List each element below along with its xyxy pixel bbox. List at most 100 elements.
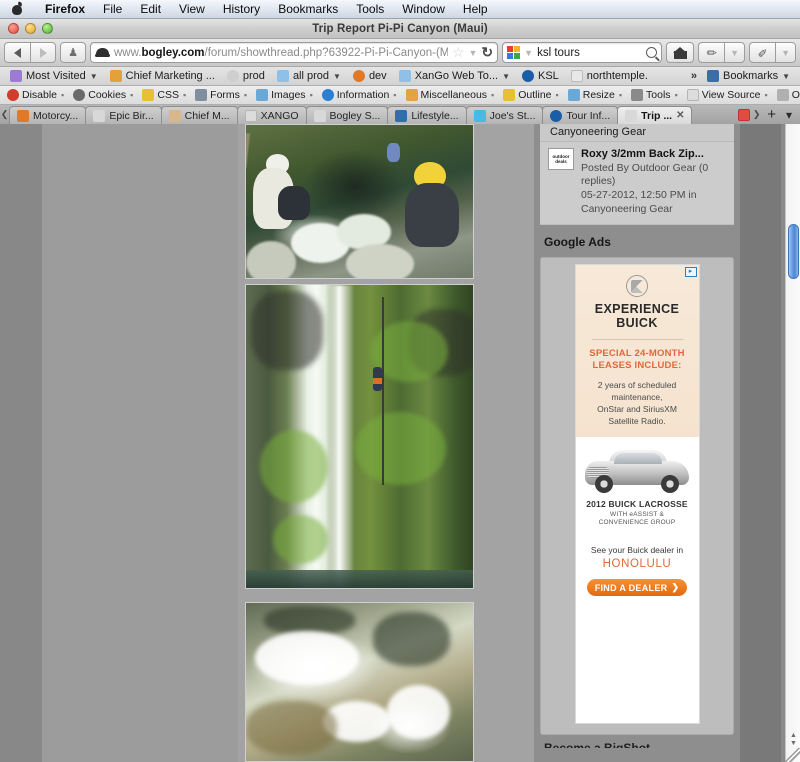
tab-motorcycle[interactable]: Motorcy... (9, 106, 87, 124)
bookmark-chief-marketing[interactable]: Chief Marketing ... (104, 68, 221, 85)
dark-foliage-right (373, 612, 451, 667)
pool-water (246, 700, 337, 755)
menu-help[interactable]: Help (454, 0, 497, 19)
bookmark-dev[interactable]: dev (347, 68, 393, 85)
cascade-pool-photo[interactable] (245, 602, 474, 762)
devtool-tools[interactable]: Tools ▪ (627, 89, 683, 101)
devtool-images[interactable]: Images ▪ (252, 89, 318, 101)
adchoices-icon[interactable]: ▸ (684, 267, 697, 277)
page-scrollbar[interactable]: ▲ ▼ (785, 124, 800, 762)
menu-history[interactable]: History (214, 0, 269, 19)
scroll-up-icon[interactable]: ▲ (786, 732, 800, 740)
scroll-down-icon[interactable]: ▼ (786, 740, 800, 748)
devtool-forms[interactable]: Forms ▪ (191, 89, 252, 101)
separator: ▪ (182, 90, 187, 100)
mail-icon[interactable] (738, 108, 751, 121)
ksl-icon (550, 109, 563, 122)
sidebar-partial-thread-label[interactable]: Canyoneering Gear (540, 124, 734, 142)
browser-window: Firefox File Edit View History Bookmarks… (0, 0, 800, 762)
menu-view[interactable]: View (170, 0, 214, 19)
boulder (345, 244, 414, 278)
eyedropper-button[interactable]: ✎ (698, 42, 725, 63)
search-input[interactable]: ksl tours (537, 47, 642, 59)
ad-body-line1: 2 years of scheduled (597, 380, 677, 390)
blank-page-icon (244, 109, 257, 122)
menu-edit[interactable]: Edit (131, 0, 170, 19)
menu-firefox[interactable]: Firefox (36, 0, 94, 19)
tab-trip-report[interactable]: Trip ... ✕ (617, 106, 693, 124)
measure-menu-button[interactable]: ▼ (775, 42, 796, 63)
devtool-label: Information (336, 89, 390, 101)
buick-advertisement[interactable]: ▸ EXPERIENCE BUICK SPECIAL 24-MONTH LEAS… (574, 264, 700, 724)
tab-epic-bird[interactable]: Epic Bir... (85, 106, 162, 124)
thread-meta-forum[interactable]: Canyoneering Gear (581, 203, 726, 216)
waterfall-rappel-photo[interactable] (245, 284, 474, 589)
resize-grip-icon[interactable] (785, 748, 800, 762)
tab-tour-info[interactable]: Tour Inf... (542, 106, 619, 124)
avatar-icon (168, 109, 181, 122)
tab-xango[interactable]: XANGO (236, 106, 307, 124)
devtool-label: Resize (582, 89, 615, 101)
separator: ▪ (764, 90, 768, 100)
tab-joes-stuff[interactable]: Joe's St... (465, 106, 544, 124)
url-prefix: www. (114, 46, 142, 59)
car-wheel-rear (661, 475, 679, 493)
devtool-cookies[interactable]: Cookies ▪ (69, 89, 138, 101)
site-identity-button[interactable]: ♟ (60, 42, 86, 63)
menu-bookmarks[interactable]: Bookmarks (269, 0, 347, 19)
canyoneering-group-in-creek-photo[interactable] (245, 124, 474, 279)
bookmark-prod[interactable]: prod (221, 68, 271, 85)
new-tab-button[interactable]: + (763, 107, 780, 122)
devtool-resize[interactable]: Resize ▪ (564, 89, 627, 101)
devtool-information[interactable]: Information ▪ (318, 89, 402, 101)
ad-car-panel: 2012 BUICK LACROSSE WITH eASSIST & CONVE… (575, 437, 699, 529)
menu-tools[interactable]: Tools (347, 0, 393, 19)
close-icon[interactable]: ✕ (676, 110, 684, 121)
search-engine-chevron-icon[interactable]: ▼ (524, 48, 533, 58)
separator: ▪ (130, 90, 134, 100)
buick-shield-icon (626, 275, 648, 297)
home-button[interactable] (666, 42, 695, 63)
devtool-view-source[interactable]: View Source ▪ (683, 89, 773, 101)
bookmarks-overflow-icon[interactable]: » (687, 70, 701, 82)
tab-lifestyle[interactable]: Lifestyle... (387, 106, 467, 124)
resize-icon (567, 89, 580, 101)
bookmark-xango-web-tools[interactable]: XanGo Web To... ▼ (393, 68, 516, 85)
forward-button[interactable] (30, 42, 56, 63)
tab-scroll-right-icon[interactable]: ❯ (752, 105, 761, 124)
menu-window[interactable]: Window (393, 0, 454, 19)
thread-title-link[interactable]: Roxy 3/2mm Back Zip... (581, 148, 726, 161)
tab-chief-marketing[interactable]: Chief M... (160, 106, 238, 124)
star-icon[interactable]: ☆ (452, 44, 465, 61)
apple-logo-icon[interactable] (10, 2, 24, 17)
address-bar[interactable]: www.bogley.com/forum/showthread.php?6392… (90, 42, 499, 63)
devtool-miscellaneous[interactable]: Miscellaneous ▪ (402, 89, 500, 101)
list-all-tabs-icon[interactable]: ▾ (782, 108, 796, 122)
back-button[interactable] (4, 42, 30, 63)
sidebar-thread-item[interactable]: outdoor deals Roxy 3/2mm Back Zip... Pos… (540, 142, 734, 225)
ad-body-line3: OnStar and SiriusXM (597, 404, 677, 414)
menu-file[interactable]: File (94, 0, 131, 19)
bookmark-most-visited[interactable]: Most Visited ▼ (4, 68, 104, 85)
tab-scroll-left-icon[interactable]: ❮ (0, 105, 9, 124)
devtool-css[interactable]: CSS ▪ (138, 89, 191, 101)
find-a-dealer-button[interactable]: FIND A DEALER ❯ (587, 579, 687, 596)
scrollbar-thumb[interactable] (788, 224, 799, 279)
reload-icon[interactable]: ↻ (481, 44, 493, 61)
chevron-down-icon[interactable]: ▼ (469, 48, 478, 58)
devtool-disable[interactable]: Disable ▪ (3, 89, 69, 101)
devtool-options[interactable]: Options (773, 89, 800, 101)
bookmarks-menu-button[interactable]: Bookmarks ▼ (701, 68, 796, 85)
scrollbar-arrows[interactable]: ▲ ▼ (786, 732, 800, 748)
bookmark-northtemple[interactable]: northtemple. (565, 68, 654, 85)
bookmark-all-prod[interactable]: all prod ▼ (271, 68, 347, 85)
eyedropper-menu-button[interactable]: ▼ (724, 42, 746, 63)
devtool-outline[interactable]: Outline ▪ (499, 89, 563, 101)
devtool-label: Options (791, 89, 800, 101)
tab-bogley-site[interactable]: Bogley S... (305, 106, 389, 124)
bookmark-ksl[interactable]: KSL (516, 68, 565, 85)
measure-group: ✏ ▼ (749, 42, 796, 63)
search-bar[interactable]: ▼ ksl tours (502, 42, 663, 63)
measure-button[interactable]: ✏ (749, 42, 776, 63)
magnifier-icon[interactable] (646, 47, 658, 58)
